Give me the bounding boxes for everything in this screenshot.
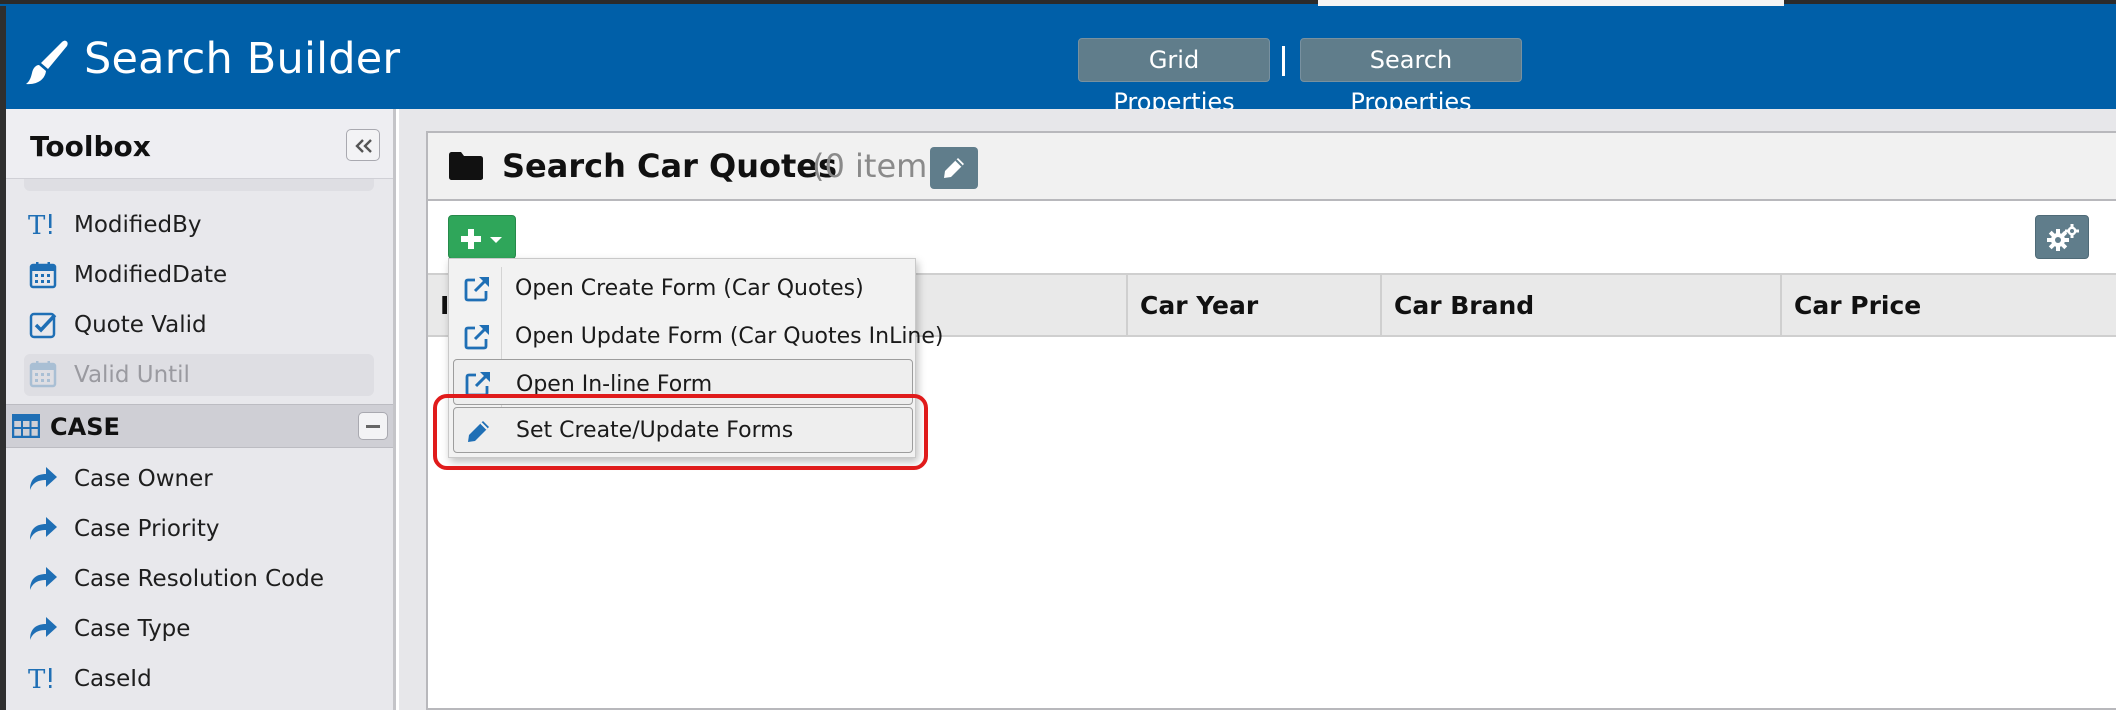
toolbox-item-quote-valid[interactable]: Quote Valid — [24, 306, 374, 348]
collapse-group-button[interactable] — [358, 412, 388, 440]
menu-item-open-create-form[interactable]: Open Create Form (Car Quotes) — [453, 265, 913, 311]
share-arrow-icon — [30, 517, 57, 540]
share-arrow-icon — [30, 567, 57, 590]
toolbox-item-label: Valid Until — [74, 362, 190, 388]
menu-item-label: Open Create Form (Car Quotes) — [515, 276, 864, 301]
item-count: (0 item) — [812, 147, 940, 185]
collapse-toolbox-button[interactable] — [346, 129, 380, 161]
toolbox-item-valid-until[interactable]: Valid Until — [24, 354, 374, 396]
toolbox-item-modifieddate[interactable]: ModifiedDate — [24, 256, 374, 298]
menu-item-open-update-form[interactable]: Open Update Form (Car Quotes InLine) — [453, 313, 944, 359]
table-icon — [12, 414, 40, 438]
column-header-car-year[interactable]: Car Year — [1128, 275, 1382, 335]
app-title: Search Builder — [84, 34, 401, 84]
search-panel-header: Search Car Quotes (0 item) — [428, 133, 2116, 201]
checkbox-icon — [29, 312, 57, 339]
toolbox-item-case-owner[interactable]: Case Owner — [24, 460, 374, 502]
highlight-annotation — [433, 394, 928, 470]
external-link-icon — [464, 277, 489, 302]
calendar-icon — [29, 361, 57, 388]
toolbox-item-label: Case Resolution Code — [74, 566, 324, 592]
toolbox-group-label: CASE — [50, 413, 120, 441]
toolbox-header: Toolbox — [6, 109, 393, 179]
toolbox-item-case-type[interactable]: Case Type — [24, 610, 374, 652]
external-link-icon — [464, 325, 489, 350]
menu-item-label: Open Update Form (Car Quotes InLine) — [515, 324, 944, 349]
svg-text:T: T — [28, 665, 46, 694]
toolbox-item-case-resolution-code[interactable]: Case Resolution Code — [24, 560, 374, 602]
edit-title-button[interactable] — [930, 147, 978, 189]
add-action-dropdown-button[interactable] — [448, 215, 516, 259]
minus-icon — [366, 425, 380, 428]
toolbox-item-case-priority[interactable]: Case Priority — [24, 510, 374, 552]
app-header: Search Builder Grid Properties Search Pr… — [0, 6, 2116, 116]
column-header-car-price[interactable]: Car Price — [1782, 275, 2116, 335]
text-type-icon: T — [28, 211, 52, 240]
toolbox-item-caseid[interactable]: T CaseId — [24, 660, 374, 702]
folder-icon — [449, 152, 483, 180]
caret-down-icon — [490, 237, 502, 243]
toolbox-item-label: Quote Valid — [74, 312, 207, 338]
search-properties-button[interactable]: Search Properties — [1300, 38, 1522, 116]
toolbox-item-label: ModifiedBy — [74, 212, 202, 238]
grid-properties-button[interactable]: Grid Properties — [1078, 38, 1270, 116]
grid-settings-button[interactable] — [2035, 215, 2089, 259]
calendar-icon — [29, 262, 57, 289]
gears-icon — [2047, 224, 2079, 251]
toolbox-item-label: ModifiedDate — [74, 262, 228, 288]
pencil-icon — [944, 158, 964, 178]
toolbox-item-label: CaseId — [74, 666, 152, 692]
toolbox-item-label: Case Type — [74, 616, 191, 642]
share-arrow-icon — [30, 467, 57, 490]
toolbox-title: Toolbox — [30, 130, 151, 163]
double-chevron-left-icon — [355, 139, 372, 153]
share-arrow-icon — [30, 617, 57, 640]
toolbox-sidebar: 1 2 Id Toolbox T ModifiedBy — [0, 109, 396, 710]
search-builder-app: Search Builder Grid Properties Search Pr… — [0, 0, 2116, 710]
toolbox-item-modifiedby[interactable]: T ModifiedBy — [24, 206, 374, 248]
column-header-car-brand[interactable]: Car Brand — [1382, 275, 1782, 335]
toolbox-item-label: Case Owner — [74, 466, 213, 492]
page-title: Search Car Quotes — [502, 147, 838, 185]
toolbox-group-case[interactable]: CASE — [6, 404, 393, 448]
text-type-icon: T — [28, 665, 52, 694]
header-separator — [1282, 46, 1285, 76]
paint-brush-icon — [26, 40, 68, 85]
toolbox-item-label: Case Priority — [74, 516, 220, 542]
svg-text:T: T — [28, 211, 46, 240]
